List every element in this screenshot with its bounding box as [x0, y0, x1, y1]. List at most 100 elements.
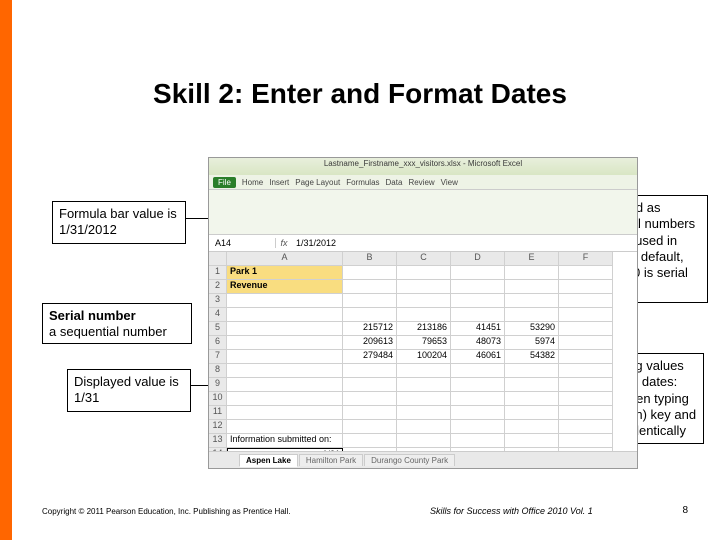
cell[interactable]: 48073 — [451, 336, 505, 350]
cell[interactable] — [397, 266, 451, 280]
cell[interactable] — [559, 322, 613, 336]
cell[interactable]: 209613 — [343, 336, 397, 350]
cell[interactable] — [397, 364, 451, 378]
tab-page-layout[interactable]: Page Layout — [295, 178, 340, 187]
cell[interactable] — [559, 420, 613, 434]
cell[interactable] — [505, 434, 559, 448]
cell[interactable] — [343, 280, 397, 294]
cell[interactable] — [343, 420, 397, 434]
cell[interactable] — [559, 266, 613, 280]
cell[interactable] — [397, 308, 451, 322]
sheet-tab-2[interactable]: Durango County Park — [364, 454, 455, 466]
cell[interactable] — [227, 420, 343, 434]
cell[interactable] — [227, 406, 343, 420]
cell[interactable] — [451, 294, 505, 308]
row-header[interactable]: 6 — [209, 336, 227, 350]
cell[interactable] — [505, 392, 559, 406]
col-header[interactable]: A — [227, 252, 343, 266]
tab-file[interactable]: File — [213, 177, 236, 188]
cell[interactable] — [559, 378, 613, 392]
cell[interactable]: Information submitted on: — [227, 434, 343, 448]
col-header[interactable]: B — [343, 252, 397, 266]
cell[interactable] — [559, 294, 613, 308]
col-header[interactable] — [209, 252, 227, 266]
cell[interactable] — [397, 280, 451, 294]
tab-view[interactable]: View — [441, 178, 458, 187]
cell[interactable] — [559, 308, 613, 322]
row-header[interactable]: 4 — [209, 308, 227, 322]
cell[interactable] — [505, 420, 559, 434]
cell[interactable] — [559, 392, 613, 406]
cell[interactable] — [343, 294, 397, 308]
cell[interactable]: 100204 — [397, 350, 451, 364]
cell[interactable] — [559, 336, 613, 350]
tab-insert[interactable]: Insert — [269, 178, 289, 187]
cell[interactable]: 54382 — [505, 350, 559, 364]
cell[interactable] — [505, 280, 559, 294]
col-header[interactable]: D — [451, 252, 505, 266]
row-header[interactable]: 12 — [209, 420, 227, 434]
cell[interactable]: Revenue — [227, 280, 343, 294]
row-header[interactable]: 7 — [209, 350, 227, 364]
cell[interactable] — [451, 308, 505, 322]
cell[interactable]: 215712 — [343, 322, 397, 336]
tab-formulas[interactable]: Formulas — [346, 178, 379, 187]
cell[interactable] — [397, 294, 451, 308]
cell[interactable]: 53290 — [505, 322, 559, 336]
cell[interactable] — [227, 294, 343, 308]
cell[interactable] — [451, 266, 505, 280]
cell[interactable] — [227, 364, 343, 378]
row-header[interactable]: 1 — [209, 266, 227, 280]
cell[interactable] — [505, 378, 559, 392]
cell[interactable]: 41451 — [451, 322, 505, 336]
cell[interactable] — [451, 406, 505, 420]
cell[interactable] — [451, 420, 505, 434]
cell[interactable]: 46061 — [451, 350, 505, 364]
cell[interactable] — [559, 364, 613, 378]
cell[interactable] — [451, 364, 505, 378]
cell[interactable]: 79653 — [397, 336, 451, 350]
cell[interactable] — [451, 434, 505, 448]
cell[interactable] — [343, 392, 397, 406]
cell[interactable] — [505, 364, 559, 378]
cell[interactable] — [343, 434, 397, 448]
cell[interactable] — [451, 392, 505, 406]
row-header[interactable]: 8 — [209, 364, 227, 378]
cell[interactable] — [343, 266, 397, 280]
col-header[interactable]: E — [505, 252, 559, 266]
cell[interactable] — [343, 406, 397, 420]
row-header[interactable]: 10 — [209, 392, 227, 406]
cell[interactable]: Park 1 — [227, 266, 343, 280]
cell[interactable] — [397, 392, 451, 406]
cell[interactable] — [227, 392, 343, 406]
col-header[interactable]: F — [559, 252, 613, 266]
sheet-tab-1[interactable]: Hamilton Park — [299, 454, 363, 466]
row-header[interactable]: 2 — [209, 280, 227, 294]
cell[interactable]: 213186 — [397, 322, 451, 336]
row-header[interactable]: 13 — [209, 434, 227, 448]
cell[interactable] — [505, 294, 559, 308]
row-header[interactable]: 11 — [209, 406, 227, 420]
row-header[interactable]: 9 — [209, 378, 227, 392]
cell[interactable] — [227, 378, 343, 392]
cell[interactable]: 279484 — [343, 350, 397, 364]
cell[interactable] — [227, 308, 343, 322]
name-box[interactable]: A14 — [209, 238, 276, 248]
formula-value[interactable]: 1/31/2012 — [292, 238, 637, 248]
cell[interactable] — [505, 406, 559, 420]
cell[interactable] — [559, 350, 613, 364]
cell[interactable] — [559, 280, 613, 294]
spreadsheet-grid[interactable]: ABCDEF1Park 12Revenue3452157122131864145… — [209, 252, 637, 469]
fx-label[interactable]: fx — [276, 238, 292, 248]
col-header[interactable]: C — [397, 252, 451, 266]
cell[interactable] — [397, 406, 451, 420]
cell[interactable]: 5974 — [505, 336, 559, 350]
cell[interactable] — [397, 378, 451, 392]
cell[interactable] — [343, 308, 397, 322]
tab-data[interactable]: Data — [386, 178, 403, 187]
cell[interactable] — [451, 280, 505, 294]
cell[interactable] — [227, 322, 343, 336]
cell[interactable] — [227, 336, 343, 350]
cell[interactable] — [227, 350, 343, 364]
cell[interactable] — [559, 434, 613, 448]
